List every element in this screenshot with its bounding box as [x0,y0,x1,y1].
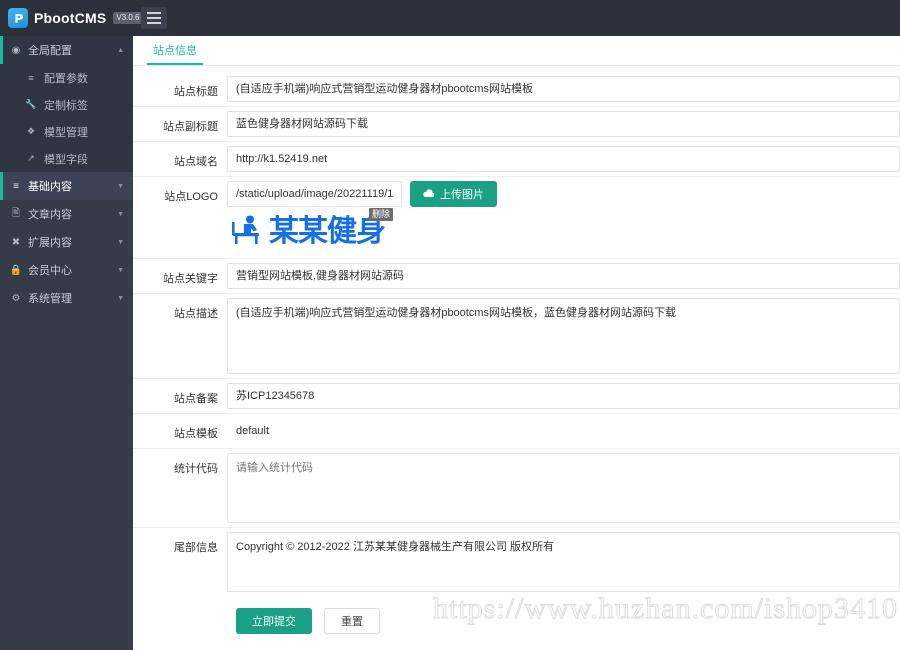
sliders-icon: ≡ [28,72,34,83]
sidebar-item-label: 模型字段 [44,153,88,166]
site-statistics-textarea[interactable] [227,453,900,523]
sidebar-group-member-center[interactable]: 🔒 会员中心 ▼ [0,256,133,284]
chevron-down-icon: ▼ [117,238,124,246]
sidebar-item-model-fields[interactable]: ↗ 模型字段 [0,145,133,172]
sidebar: ◉ 全局配置 ▲ ≡ 配置参数 🔧 定制标签 ❖ 模型管理 ↗ 模型字段 ≡ 基… [0,36,133,650]
chevron-down-icon: ▼ [117,294,124,302]
sidebar-group-extended-content[interactable]: ✖ 扩展内容 ▼ [0,228,133,256]
hamburger-menu-icon[interactable] [141,7,167,29]
sidebar-item-label: 配置参数 [44,72,88,85]
form-actions: 立即提交 重置 https://www.huzhan.com/ishop3410… [133,592,900,634]
puzzle-icon: ✖ [11,236,21,248]
form-row-site-domain: 站点域名 [133,142,900,177]
site-subtitle-input[interactable] [227,111,900,137]
form-row-site-keywords: 站点关键字 [133,259,900,294]
sidebar-item-config-params[interactable]: ≡ 配置参数 [0,64,133,91]
sidebar-group-label: 会员中心 [28,265,72,277]
upload-image-label: 上传图片 [440,189,484,201]
site-template-input[interactable] [227,418,900,444]
tab-site-info[interactable]: 站点信息 [147,42,203,65]
chevron-up-icon: ▲ [117,46,124,54]
sidebar-group-global-config[interactable]: ◉ 全局配置 ▲ [0,36,133,64]
form-row-site-template: 站点模板 [133,414,900,449]
sidebar-group-system-manage[interactable]: ⚙ 系统管理 ▼ [0,284,133,312]
sidebar-subnav-global-config: ≡ 配置参数 🔧 定制标签 ❖ 模型管理 ↗ 模型字段 [0,64,133,172]
site-logo-path-input[interactable] [227,181,402,207]
sidebar-item-custom-tags[interactable]: 🔧 定制标签 [0,91,133,118]
form-row-site-description: 站点描述 [133,294,900,379]
form-row-site-footer: 尾部信息 [133,528,900,596]
cloud-upload-icon [423,189,435,199]
form-row-site-title: 站点标题 [133,72,900,107]
sidebar-group-label: 基础内容 [28,181,72,193]
label-site-subtitle: 站点副标题 [163,121,218,133]
cube-icon: ❖ [26,126,36,136]
label-site-domain: 站点域名 [174,156,218,168]
tab-bar: 站点信息 [133,36,900,66]
site-domain-input[interactable] [227,146,900,172]
sidebar-item-label: 模型管理 [44,126,88,139]
sidebar-item-label: 定制标签 [44,99,88,112]
label-site-title: 站点标题 [174,86,218,98]
version-badge: V3.0.6 [113,12,143,24]
main-content: 站点信息 站点标题 站点副标题 站点域名 站点LOGO [133,36,900,650]
sidebar-group-label: 扩展内容 [28,237,72,249]
logo-preview-text: 某某健身 [269,213,386,249]
form-row-site-logo: 站点LOGO 上传图片 [133,177,900,259]
site-footer-textarea[interactable] [227,532,900,592]
globe-icon: ◉ [11,44,21,56]
label-site-keywords: 站点关键字 [163,273,218,285]
brand-area[interactable]: PbootCMS V3.0.6 [0,0,143,36]
logo-artwork: 某某健身 [231,213,386,250]
logo-upload-row: 上传图片 [227,181,900,207]
brand-name: PbootCMS [34,10,107,26]
label-site-statistics: 统计代码 [174,463,218,475]
watermark-text: https://www.huzhan.com/ishop34101 [432,592,900,626]
site-title-input[interactable] [227,76,900,102]
sidebar-item-model-manage[interactable]: ❖ 模型管理 [0,118,133,145]
site-description-textarea[interactable] [227,298,900,374]
form-row-site-statistics: 统计代码 [133,449,900,528]
delete-logo-button[interactable]: 删除 [368,208,393,221]
file-icon: 🖹 [11,207,21,219]
chevron-down-icon: ▼ [117,182,124,190]
site-icp-input[interactable] [227,383,900,409]
sidebar-group-article-content[interactable]: 🖹 文章内容 ▼ [0,200,133,228]
form-row-site-icp: 站点备案 [133,379,900,414]
external-link-icon: ↗ [27,153,35,163]
label-site-description: 站点描述 [174,308,218,320]
reset-button[interactable]: 重置 [324,608,380,634]
sliders-icon: ≡ [13,180,19,192]
submit-button[interactable]: 立即提交 [236,608,312,634]
sidebar-group-basic-content[interactable]: ≡ 基础内容 ▼ [0,172,133,200]
label-site-template: 站点模板 [174,428,218,440]
hamburger-line [147,17,161,19]
chevron-down-icon: ▼ [117,210,124,218]
gym-bench-person-icon [231,213,265,250]
hamburger-line [147,22,161,24]
top-header-bar: PbootCMS V3.0.6 [0,0,900,36]
chevron-down-icon: ▼ [117,266,124,274]
upload-image-button[interactable]: 上传图片 [410,181,497,207]
label-site-footer: 尾部信息 [174,542,218,554]
sidebar-group-label: 文章内容 [28,209,72,221]
pboot-p-logo-icon [8,8,28,28]
sidebar-group-label: 全局配置 [28,45,72,57]
site-info-form: 站点标题 站点副标题 站点域名 站点LOGO [133,66,900,634]
logo-preview[interactable]: 某某健身 删除 [231,208,393,250]
label-site-logo: 站点LOGO [164,191,218,203]
sidebar-group-label: 系统管理 [28,293,72,305]
hamburger-line [147,12,161,14]
site-keywords-input[interactable] [227,263,900,289]
lock-icon: 🔒 [9,264,23,276]
wrench-icon: 🔧 [25,99,37,109]
gear-icon: ⚙ [11,292,21,304]
label-site-icp: 站点备案 [174,393,218,405]
form-row-site-subtitle: 站点副标题 [133,107,900,142]
